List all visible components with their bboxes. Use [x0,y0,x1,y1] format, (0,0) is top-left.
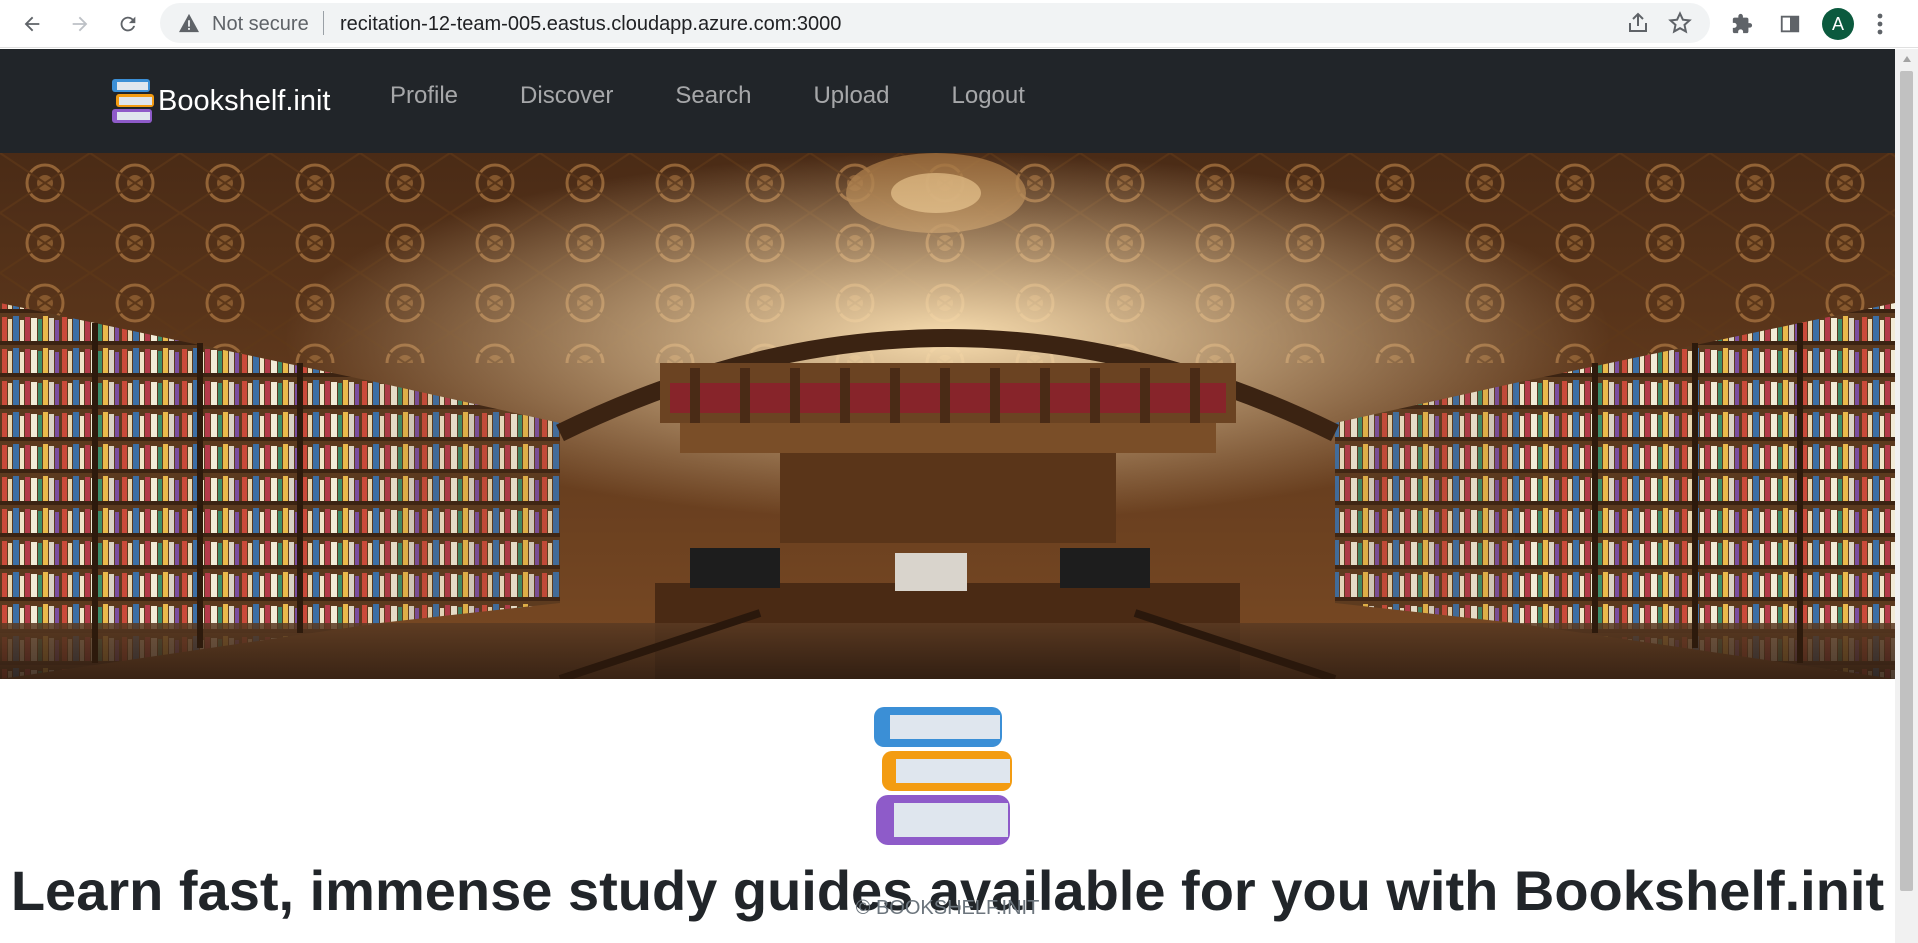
caret-up-icon [1902,56,1911,62]
back-button[interactable] [14,6,50,42]
page-viewport: Bookshelf.init Profile Discover Search U… [0,49,1895,943]
reload-button[interactable] [110,6,146,42]
scroll-up-arrow[interactable] [1895,49,1918,69]
extensions-button[interactable] [1724,6,1760,42]
forward-button[interactable] [62,6,98,42]
nav-link-profile[interactable]: Profile [390,82,458,110]
menu-icon [1877,13,1883,35]
nav-link-upload[interactable]: Upload [813,82,889,110]
profile-button[interactable]: A [1820,6,1856,42]
warning-icon [179,13,199,33]
footer-copyright: © BOOKSHELF.INIT [855,897,1040,919]
side-panel-button[interactable] [1772,6,1808,42]
omnibox-separator [323,11,324,35]
security-label[interactable]: Not secure [212,13,309,36]
forward-icon [72,16,88,32]
books-logo-icon [112,79,154,123]
browser-toolbar: Not secure recitation-12-team-005.eastus… [0,0,1918,48]
hero-library-image [0,153,1895,679]
share-icon[interactable] [1626,11,1650,35]
scrollbar-thumb[interactable] [1900,71,1913,891]
star-icon[interactable] [1668,11,1692,35]
menu-button[interactable] [1868,6,1892,42]
navbar: Bookshelf.init Profile Discover Search U… [0,49,1895,153]
extensions-icon [1732,13,1753,34]
brand-name: Bookshelf.init [158,84,331,117]
nav-link-search[interactable]: Search [675,82,751,110]
sidepanel-icon [1780,15,1800,33]
avatar: A [1822,8,1854,40]
reload-icon [120,16,136,32]
books-hero-icon [874,707,1012,845]
nav-link-logout[interactable]: Logout [952,82,1025,110]
page-scrollbar[interactable] [1895,49,1918,943]
brand-link[interactable]: Bookshelf.init [110,77,331,125]
address-bar[interactable]: Not secure recitation-12-team-005.eastus… [160,3,1710,43]
back-icon [24,16,40,32]
nav-links: Profile Discover Search Upload Logout [390,82,1025,110]
url-text[interactable]: recitation-12-team-005.eastus.cloudapp.a… [340,13,841,36]
nav-link-discover[interactable]: Discover [520,82,613,110]
